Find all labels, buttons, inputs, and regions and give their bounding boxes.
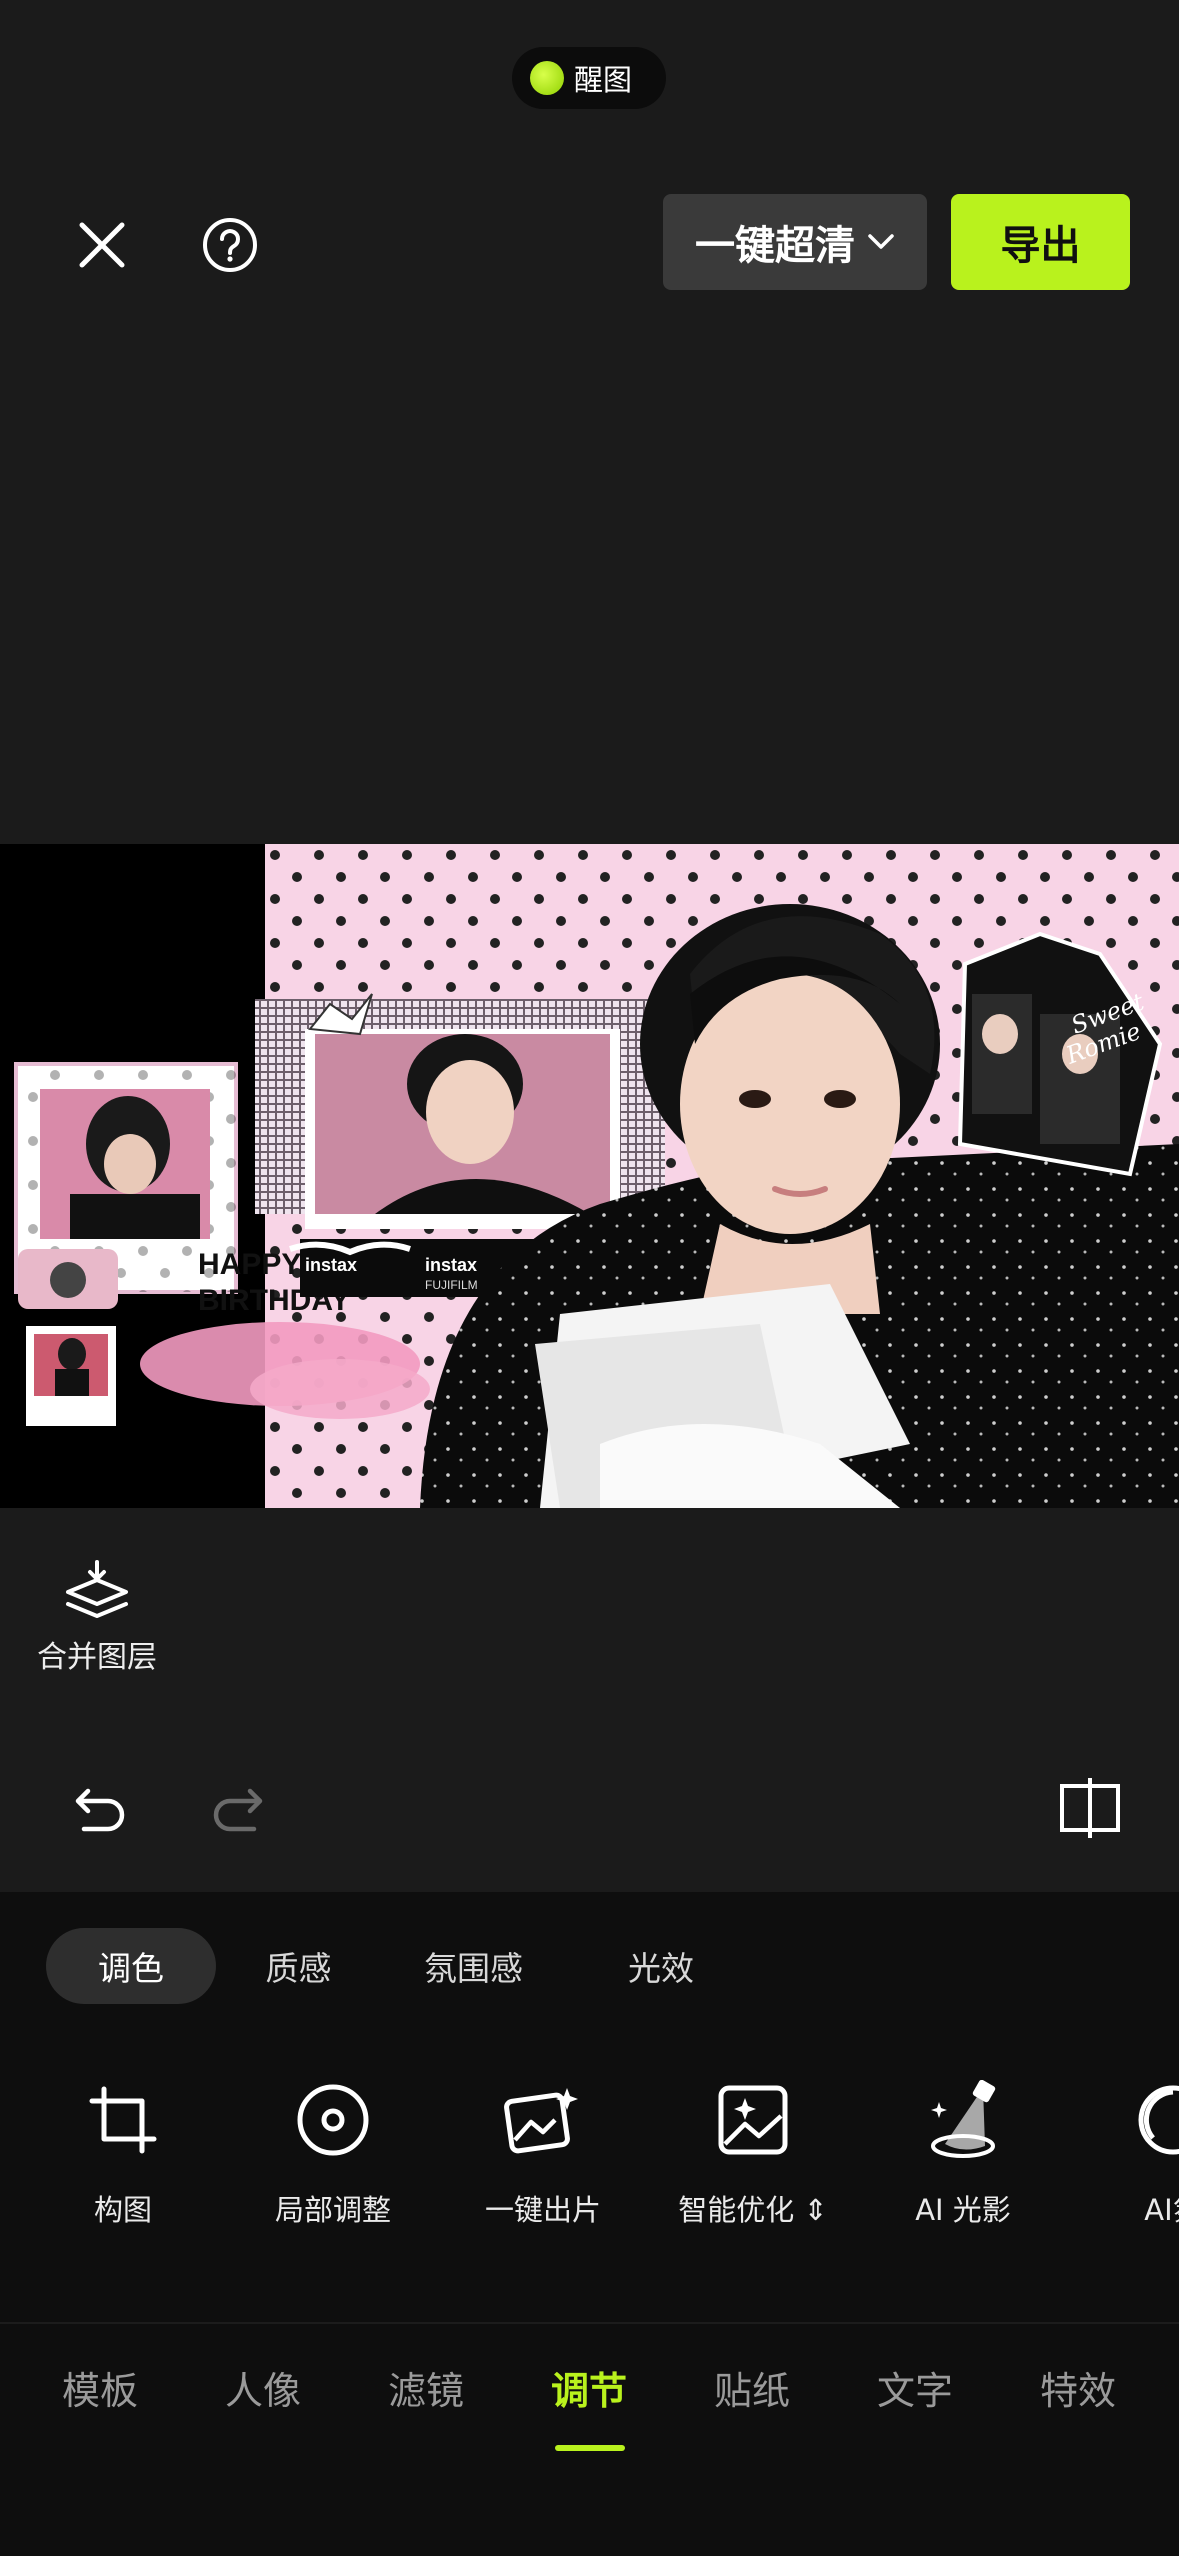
help-icon [203, 218, 257, 272]
tab-portrait[interactable]: 人像 [203, 2360, 323, 2415]
tool-crop[interactable]: 构图 [18, 2075, 228, 2229]
ai-atmosphere-icon [1138, 2085, 1179, 2155]
tool-one-click[interactable]: 一键出片 [438, 2075, 648, 2229]
adjust-sub-tabs: 调色 质感 氛围感 光效 [46, 1928, 756, 2004]
close-button[interactable] [62, 205, 142, 285]
photo-canvas[interactable]: HAPPY BIRTHDAY instax instax FUJIFILM Sw… [0, 844, 1179, 1508]
merge-layers-button[interactable]: 合并图层 [22, 1560, 172, 1680]
target-icon [297, 2084, 369, 2156]
tool-local-adjust[interactable]: 局部调整 [228, 2075, 438, 2229]
one-click-hd-label: 一键超清 [695, 223, 855, 269]
tool-ai-light-label: AI 光影 [915, 2193, 1011, 2227]
undo-button[interactable] [62, 1768, 142, 1848]
crop-icon [89, 2086, 157, 2154]
tool-local-adjust-label: 局部调整 [274, 2193, 391, 2227]
export-button[interactable]: 导出 [951, 194, 1130, 290]
merge-layers-icon [66, 1560, 128, 1618]
fujifilm-text: FUJIFILM [425, 1278, 478, 1292]
tool-ai-light[interactable]: AI 光影 [858, 2075, 1068, 2229]
app-status-pill: 醒图 [512, 47, 666, 109]
tool-ai-atmosphere[interactable]: AI氛 [1068, 2075, 1179, 2229]
tab-effects[interactable]: 特效 [1018, 2360, 1138, 2415]
spotlight-icon [931, 2080, 996, 2158]
sparkle-photo-icon [718, 2085, 788, 2155]
magic-photo-icon [504, 2088, 578, 2154]
tab-adjust[interactable]: 调节 [529, 2360, 649, 2415]
tab-stickers[interactable]: 贴纸 [692, 2360, 812, 2415]
merge-layers-label: 合并图层 [37, 1640, 157, 1675]
instax-text-2: instax [425, 1255, 477, 1275]
tool-ai-atmosphere-label: AI氛 [1144, 2193, 1179, 2227]
tool-row: 构图 局部调整 一键出片 智能优化 ⇕ AI 光影 AI [0, 2075, 1179, 2235]
status-dot-icon [530, 61, 564, 95]
redo-button[interactable] [196, 1768, 276, 1848]
help-button[interactable] [190, 205, 270, 285]
tool-smart-optimize[interactable]: 智能优化 ⇕ [648, 2075, 858, 2229]
tab-filters[interactable]: 滤镜 [366, 2360, 486, 2415]
tool-smart-optimize-label: 智能优化 ⇕ [678, 2193, 828, 2227]
instax-text-1: instax [305, 1255, 357, 1275]
subtab-atmosphere[interactable]: 氛围感 [381, 1928, 566, 2004]
app-name-label: 醒图 [574, 63, 633, 97]
tab-text[interactable]: 文字 [855, 2360, 975, 2415]
collage-image: HAPPY BIRTHDAY instax instax FUJIFILM Sw… [0, 844, 1179, 1508]
chevron-down-icon [868, 234, 894, 249]
close-icon [79, 222, 125, 268]
tool-one-click-label: 一键出片 [484, 2193, 601, 2227]
compare-button[interactable] [1050, 1768, 1130, 1848]
divider [0, 2322, 1179, 2324]
tool-crop-label: 构图 [93, 2193, 152, 2227]
active-tab-indicator [555, 2445, 625, 2451]
redo-icon [213, 1788, 263, 1832]
tab-templates[interactable]: 模板 [40, 2360, 160, 2415]
compare-icon [1060, 1778, 1120, 1838]
subtab-light-effects[interactable]: 光效 [566, 1928, 756, 2004]
happy-text: HAPPY [198, 1248, 301, 1281]
one-click-hd-dropdown[interactable]: 一键超清 [663, 194, 927, 290]
undo-icon [75, 1788, 125, 1832]
subtab-color[interactable]: 调色 [46, 1928, 216, 2004]
subtab-texture[interactable]: 质感 [216, 1928, 381, 2004]
